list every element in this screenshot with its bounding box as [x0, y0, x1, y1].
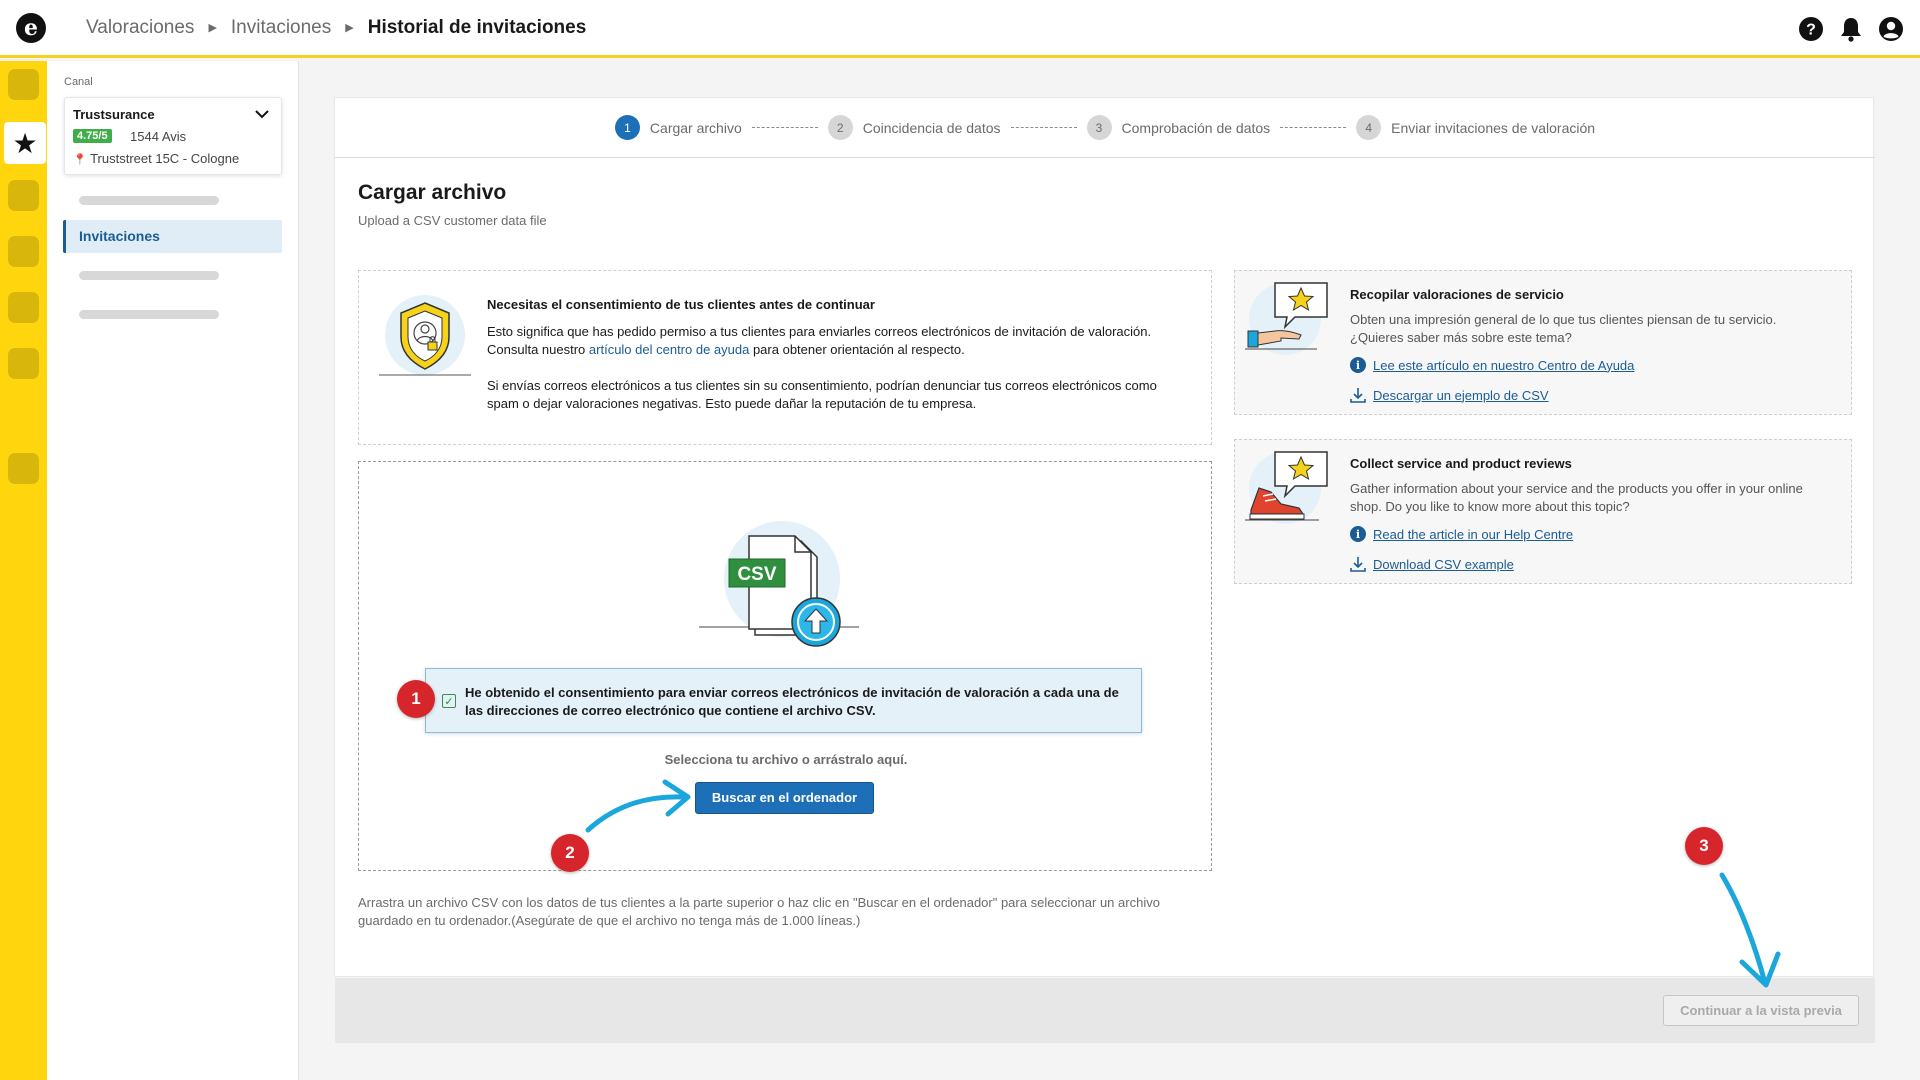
wizard-footer: Continuar a la vista previa: [335, 978, 1875, 1043]
consent-checkbox[interactable]: ✓: [442, 694, 456, 708]
secondary-sidebar: Canal Trustsurance 4.75/5 1544 Avis 📍 Tr…: [47, 61, 299, 1080]
top-bar: e Valoraciones ▶ Invitaciones ▶ Historia…: [0, 0, 1920, 58]
annotation-marker-2: 2: [551, 834, 589, 872]
shield-user-icon: [379, 293, 471, 383]
page-title: Cargar archivo: [358, 181, 507, 204]
browse-computer-button[interactable]: Buscar en el ordenador: [695, 782, 874, 814]
step-label: Enviar invitaciones de valoración: [1391, 119, 1596, 136]
rating-badge: 4.75/5: [73, 129, 112, 143]
channel-name: Trustsurance: [73, 107, 155, 122]
info-icon: i: [1350, 357, 1366, 373]
breadcrumb-separator-icon: ▶: [345, 22, 354, 34]
step-2: 2 Coincidencia de datos: [827, 115, 1001, 140]
download-csv-example-link[interactable]: Descargar un ejemplo de CSV: [1350, 387, 1549, 403]
consent-text: para obtener orientación al respecto.: [749, 342, 965, 357]
breadcrumb-current: Historial de invitaciones: [367, 16, 587, 38]
continue-preview-button[interactable]: Continuar a la vista previa: [1663, 995, 1859, 1026]
annotation-marker-3: 3: [1685, 827, 1723, 865]
step-number: 1: [614, 115, 640, 140]
step-number: 4: [1356, 115, 1382, 140]
hand-star-speech-icon: [1245, 279, 1335, 359]
rail-nav-item-icon[interactable]: [8, 292, 39, 323]
help-icon[interactable]: ?: [1798, 16, 1824, 42]
rail-nav-item-icon[interactable]: [8, 69, 39, 100]
info-icon: i: [1350, 526, 1366, 542]
page-subtitle: Upload a CSV customer data file: [358, 213, 547, 228]
svg-text:?: ?: [1806, 22, 1816, 39]
info-card-description: Gather information about your service an…: [1350, 481, 1803, 514]
step-label: Comprobación de datos: [1121, 119, 1271, 136]
info-card-title: Collect service and product reviews: [1350, 456, 1572, 471]
consent-title: Necesitas el consentimiento de tus clien…: [487, 297, 875, 312]
help-center-article-link[interactable]: artículo del centro de ayuda: [589, 342, 749, 357]
info-card-product-reviews: Collect service and product reviews Gath…: [1234, 439, 1852, 584]
breadcrumb-valoraciones[interactable]: Valoraciones: [86, 17, 194, 39]
review-count: 1544 Avis: [130, 129, 187, 144]
consent-notice: Necesitas el consentimiento de tus clien…: [358, 270, 1212, 445]
step-connector: [751, 127, 818, 128]
help-article-link[interactable]: i Read the article in our Help Centre: [1350, 526, 1573, 542]
channel-label: Canal: [64, 76, 93, 88]
channel-address: 📍 Truststreet 15C - Cologne: [73, 151, 239, 166]
chevron-down-icon[interactable]: [253, 105, 271, 128]
rail-nav-item-icon[interactable]: [8, 453, 39, 484]
rail-nav-item-icon[interactable]: [8, 236, 39, 267]
main-nav-rail: ★: [0, 61, 47, 1080]
help-article-link-text[interactable]: Read the article in our Help Centre: [1373, 527, 1573, 542]
breadcrumb-separator-icon: ▶: [208, 22, 217, 34]
channel-selector[interactable]: Trustsurance 4.75/5 1544 Avis 📍 Truststr…: [64, 97, 282, 175]
file-dropzone[interactable]: CSV ✓ He obtenido el consentimiento para…: [358, 461, 1212, 871]
user-account-icon[interactable]: [1878, 16, 1904, 42]
download-csv-example-link[interactable]: Download CSV example: [1350, 556, 1514, 572]
consent-confirmation[interactable]: ✓ He obtenido el consentimiento para env…: [425, 668, 1142, 733]
sidebar-item-placeholder[interactable]: [79, 271, 219, 280]
breadcrumb: Valoraciones ▶ Invitaciones ▶ Historial …: [86, 17, 586, 39]
wizard-stepper: 1 Cargar archivo 2 Coincidencia de datos…: [335, 98, 1875, 158]
step-label: Coincidencia de datos: [862, 119, 1001, 136]
csv-upload-icon: CSV: [699, 517, 869, 647]
step-label: Cargar archivo: [649, 119, 742, 136]
download-csv-link-text[interactable]: Descargar un ejemplo de CSV: [1373, 388, 1549, 403]
info-card-title: Recopilar valoraciones de servicio: [1350, 287, 1564, 302]
help-article-link-text[interactable]: Lee este artículo en nuestro Centro de A…: [1373, 358, 1634, 373]
sidebar-item-invitaciones[interactable]: Invitaciones: [63, 220, 282, 253]
upload-instructions: Arrastra un archivo CSV con los datos de…: [358, 895, 1160, 928]
sidebar-item-placeholder[interactable]: [79, 310, 219, 319]
consent-paragraph: Esto significa que has pedido permiso a …: [487, 323, 1167, 359]
sidebar-item-placeholder[interactable]: [79, 196, 219, 205]
csv-badge-text: CSV: [737, 564, 776, 585]
drop-hint: Selecciona tu archivo o arrástralo aquí.: [664, 752, 908, 767]
help-article-link[interactable]: i Lee este artículo en nuestro Centro de…: [1350, 357, 1634, 373]
step-number: 2: [827, 115, 853, 140]
location-pin-icon: 📍: [73, 154, 87, 166]
step-number: 3: [1086, 115, 1112, 140]
step-connector: [1010, 127, 1077, 128]
annotation-marker-1: 1: [397, 680, 435, 718]
download-icon: [1350, 387, 1366, 403]
info-card-service-reviews: Recopilar valoraciones de servicio Obten…: [1234, 270, 1852, 415]
step-1: 1 Cargar archivo: [614, 115, 742, 140]
info-card-description: Obten una impresión general de lo que tu…: [1350, 312, 1777, 345]
sneaker-star-speech-icon: [1245, 448, 1335, 528]
channel-address-text: Truststreet 15C - Cologne: [90, 151, 240, 166]
rail-nav-item-icon[interactable]: [8, 348, 39, 379]
download-csv-link-text[interactable]: Download CSV example: [1373, 557, 1514, 572]
breadcrumb-invitaciones[interactable]: Invitaciones: [231, 17, 331, 39]
app-logo[interactable]: e: [16, 12, 46, 43]
rail-reviews-star-icon[interactable]: ★: [4, 122, 46, 164]
notifications-bell-icon[interactable]: [1838, 16, 1864, 42]
consent-warning: Si envías correos electrónicos a tus cli…: [487, 378, 1157, 411]
step-3: 3 Comprobación de datos: [1086, 115, 1271, 140]
consent-confirmation-text[interactable]: He obtenido el consentimiento para envia…: [465, 684, 1133, 720]
step-connector: [1280, 127, 1347, 128]
step-4: 4 Enviar invitaciones de valoración: [1356, 115, 1595, 140]
rail-nav-item-icon[interactable]: [8, 180, 39, 211]
download-icon: [1350, 556, 1366, 572]
